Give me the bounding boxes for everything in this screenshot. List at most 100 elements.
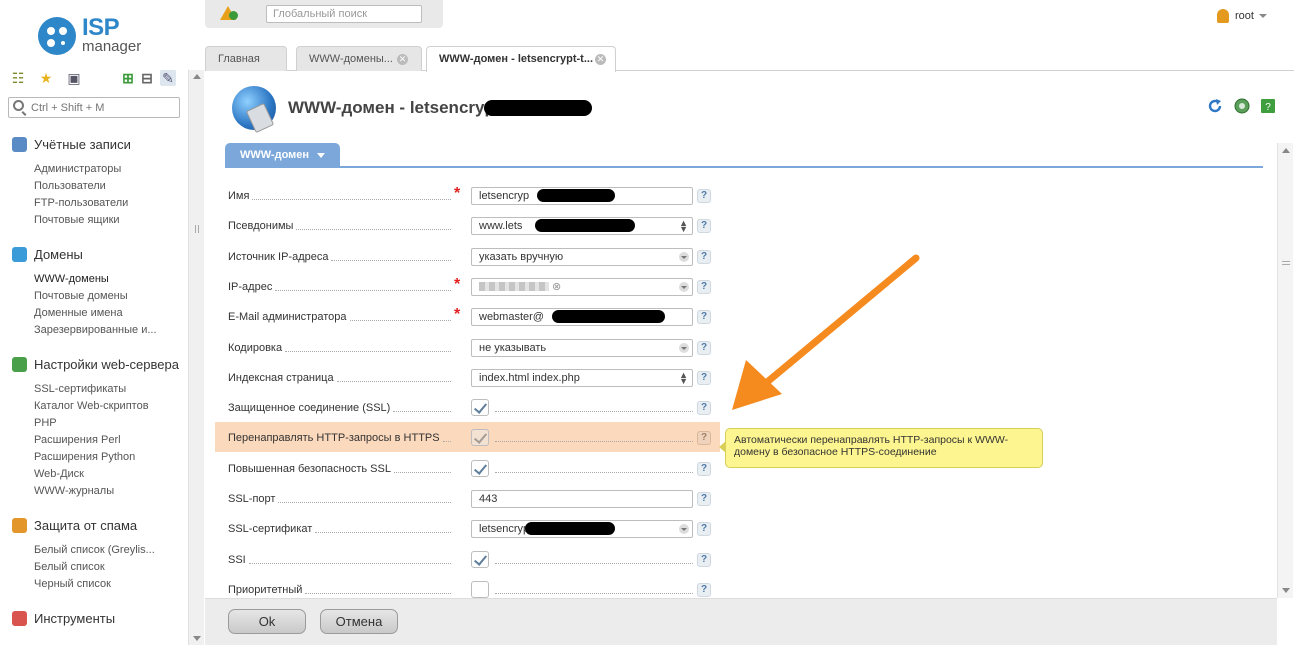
menu-group-header[interactable]: Защита от спама [12,517,182,534]
sidebar-item[interactable]: WWW-домены [12,271,182,288]
sidebar-item[interactable]: Доменные имена [12,305,182,322]
form-row: IP-адрес * ⊗? [215,271,720,301]
sidebar-item[interactable]: Web-Диск [12,466,182,483]
scroll-grip[interactable] [1282,261,1290,265]
refresh-icon[interactable] [1207,98,1223,114]
text-field[interactable]: 443 [471,490,693,508]
menu-group-header[interactable]: Учётные записи [12,136,182,153]
sidebar-item[interactable]: Расширения Perl [12,432,182,449]
help-book-icon[interactable]: ? [1260,98,1276,114]
field-label: Повышенная безопасность SSL [228,462,391,475]
dropdown-arrow-icon[interactable] [679,342,689,353]
tree-view-icon[interactable]: ☷ [10,70,26,86]
dropdown-arrow-icon[interactable] [679,251,689,262]
ok-button[interactable]: Ok [228,609,306,634]
warning-icon[interactable] [220,6,238,20]
sidebar-item[interactable]: Почтовые домены [12,288,182,305]
tab-www-domains[interactable]: WWW-домены... ✕ [296,46,422,71]
form-section-tab[interactable]: WWW-домен [225,143,340,167]
help-icon[interactable]: ? [697,461,711,476]
help-icon[interactable]: ? [697,370,711,385]
scroll-up-icon[interactable] [193,74,201,79]
scroll-down-icon[interactable] [193,636,201,641]
help-icon[interactable]: ? [697,582,711,597]
menu-group-header[interactable]: Настройки web-сервера [12,356,182,373]
redaction-mark [484,100,592,116]
scroll-up-icon[interactable] [1282,148,1290,153]
help-icon[interactable]: ? [697,552,711,567]
resize-spinner-icon[interactable]: ▲ ▼ [679,219,688,234]
checkbox[interactable] [471,459,489,477]
tab-home[interactable]: Главная [205,46,287,71]
field-label: SSL-сертификат [228,523,313,536]
select-field[interactable]: не указывать [471,338,693,357]
form-row: Имя * letsencryp? [215,180,720,210]
text-field[interactable]: index.html index.php ▲ ▼ [471,368,693,387]
sidebar-item[interactable]: Пользователи [12,178,182,195]
redaction-mark [537,189,615,202]
sidebar-item[interactable]: Черный список [12,576,182,593]
help-icon[interactable]: ? [697,219,711,234]
sidebar-item[interactable]: PHP [12,415,182,432]
app-logo[interactable]: ISP manager [38,14,168,58]
sidebar-item[interactable]: Каталог Web-скриптов [12,398,182,415]
checkbox[interactable] [471,399,489,417]
globe-settings-icon[interactable] [1234,98,1250,114]
user-menu[interactable]: root [1217,8,1267,24]
form-row: Перенаправлять HTTP-запросы в HTTPS? [215,422,720,453]
help-icon[interactable]: ? [697,310,711,325]
remove-tag-icon[interactable]: ⊗ [549,281,561,293]
sidebar-scrollbar[interactable] [188,70,204,645]
sidebar-item[interactable]: Белый список [12,559,182,576]
menu-group-header[interactable]: Домены [12,246,182,263]
checkbox[interactable] [471,429,489,447]
help-icon[interactable]: ? [697,189,711,203]
expand-all-icon[interactable]: ⊞ [120,70,136,86]
close-icon[interactable]: ✕ [595,54,606,65]
collapse-all-icon[interactable]: ⊟ [139,70,155,86]
checkbox[interactable] [471,580,489,598]
menu-search-input[interactable] [31,100,177,115]
sidebar-item[interactable]: Зарезервированные и... [12,322,182,339]
menu-group-header[interactable]: Инструменты [12,610,182,627]
content-scrollbar[interactable] [1277,143,1293,598]
checkbox[interactable] [471,550,489,568]
form-row: Кодировка не указывать? [215,332,720,362]
label-leader-dots [252,199,451,200]
dropdown-arrow-icon[interactable] [679,281,689,292]
scroll-grip[interactable] [195,225,199,233]
help-icon[interactable]: ? [697,279,711,294]
form-row: SSI? [215,544,720,574]
dropdown-arrow-icon[interactable] [679,524,689,535]
help-icon[interactable]: ? [697,431,711,446]
global-search-input[interactable]: Глобальный поиск [266,5,422,23]
sidebar-item[interactable]: Расширения Python [12,449,182,466]
help-icon[interactable]: ? [697,340,711,355]
close-icon[interactable]: ✕ [397,54,408,65]
clipboard-icon[interactable]: ▣ [66,70,82,86]
form-row: E-Mail администратора * webmaster@? [215,301,720,331]
pin-icon[interactable]: ✎ [160,70,176,86]
favorites-star-icon[interactable]: ★ [38,70,54,86]
sidebar-item[interactable]: FTP-пользователи [12,195,182,212]
select-field[interactable]: указать вручную [471,247,693,266]
form-row: SSL-порт 443? [215,483,720,513]
help-icon[interactable]: ? [697,492,711,506]
sidebar-item[interactable]: WWW-журналы [12,483,182,500]
sidebar-item[interactable]: Администраторы [12,161,182,178]
sidebar-item[interactable]: Белый список (Greylis... [12,542,182,559]
scroll-down-icon[interactable] [1282,588,1290,593]
field-leader-dots [495,562,693,564]
select-field[interactable]: ⊗ [471,277,693,296]
help-icon[interactable]: ? [697,401,711,416]
tab-www-domain-edit[interactable]: WWW-домен - letsencrypt-t... ✕ [426,46,616,72]
help-icon[interactable]: ? [697,249,711,264]
field-label: SSI [228,553,246,566]
menu-search[interactable] [8,97,180,118]
sidebar-item[interactable]: SSL-сертификаты [12,381,182,398]
field-label: Имя [228,190,250,202]
resize-spinner-icon[interactable]: ▲ ▼ [679,370,688,385]
cancel-button[interactable]: Отмена [320,609,398,634]
sidebar-item[interactable]: Почтовые ящики [12,212,182,229]
help-icon[interactable]: ? [697,522,711,537]
